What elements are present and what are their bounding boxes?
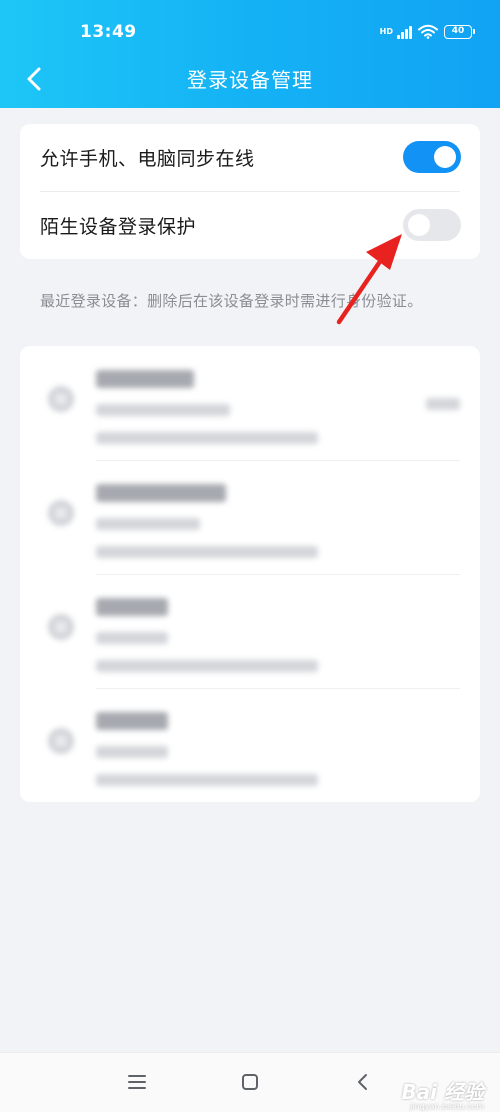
watermark-logo: Bai 经验	[401, 1080, 484, 1104]
device-info	[96, 746, 168, 758]
app-header: 13:49 HD 40 登录设备管理	[0, 0, 500, 108]
device-icon	[48, 500, 74, 526]
menu-icon[interactable]	[124, 1069, 150, 1095]
device-info	[96, 518, 200, 530]
device-item[interactable]	[20, 574, 480, 688]
network-type: HD	[379, 26, 393, 36]
stranger-device-toggle[interactable]	[403, 209, 461, 241]
stranger-device-label: 陌生设备登录保护	[40, 216, 197, 238]
status-icons: HD 40	[379, 24, 475, 39]
status-time: 13:49	[80, 22, 137, 42]
device-login-time	[96, 432, 318, 444]
battery-icon: 40	[444, 24, 475, 39]
device-icon	[48, 728, 74, 754]
device-login-time	[96, 546, 318, 558]
back-triangle-icon[interactable]	[350, 1069, 376, 1095]
sync-online-label: 允许手机、电脑同步在线	[40, 148, 255, 170]
device-login-time	[96, 774, 318, 786]
wifi-icon	[418, 24, 438, 39]
watermark: Bai 经验 jingyan.baidu.com	[401, 1082, 484, 1112]
recent-devices-hint: 最近登录设备：删除后在该设备登录时需进行身份验证。	[40, 292, 423, 310]
stranger-device-row: 陌生设备登录保护	[20, 192, 480, 259]
home-square-icon[interactable]	[237, 1069, 263, 1095]
device-login-time	[96, 660, 318, 672]
device-name	[96, 484, 226, 502]
device-icon	[48, 614, 74, 640]
sync-online-row: 允许手机、电脑同步在线	[20, 124, 480, 192]
device-item[interactable]	[20, 688, 480, 802]
page-title: 登录设备管理	[187, 68, 313, 92]
sync-online-toggle[interactable]	[403, 141, 461, 173]
device-list	[20, 346, 480, 802]
toggle-knob	[408, 214, 430, 236]
device-item[interactable]	[20, 346, 480, 460]
device-icon	[48, 386, 74, 412]
device-info	[96, 404, 230, 416]
device-tag	[426, 398, 460, 410]
device-name	[96, 712, 168, 730]
device-name	[96, 598, 168, 616]
device-info	[96, 632, 168, 644]
device-item[interactable]	[20, 460, 480, 574]
device-name	[96, 370, 194, 388]
settings-card: 允许手机、电脑同步在线 陌生设备登录保护	[20, 124, 480, 259]
signal-icon	[397, 25, 412, 39]
toggle-knob	[434, 146, 456, 168]
